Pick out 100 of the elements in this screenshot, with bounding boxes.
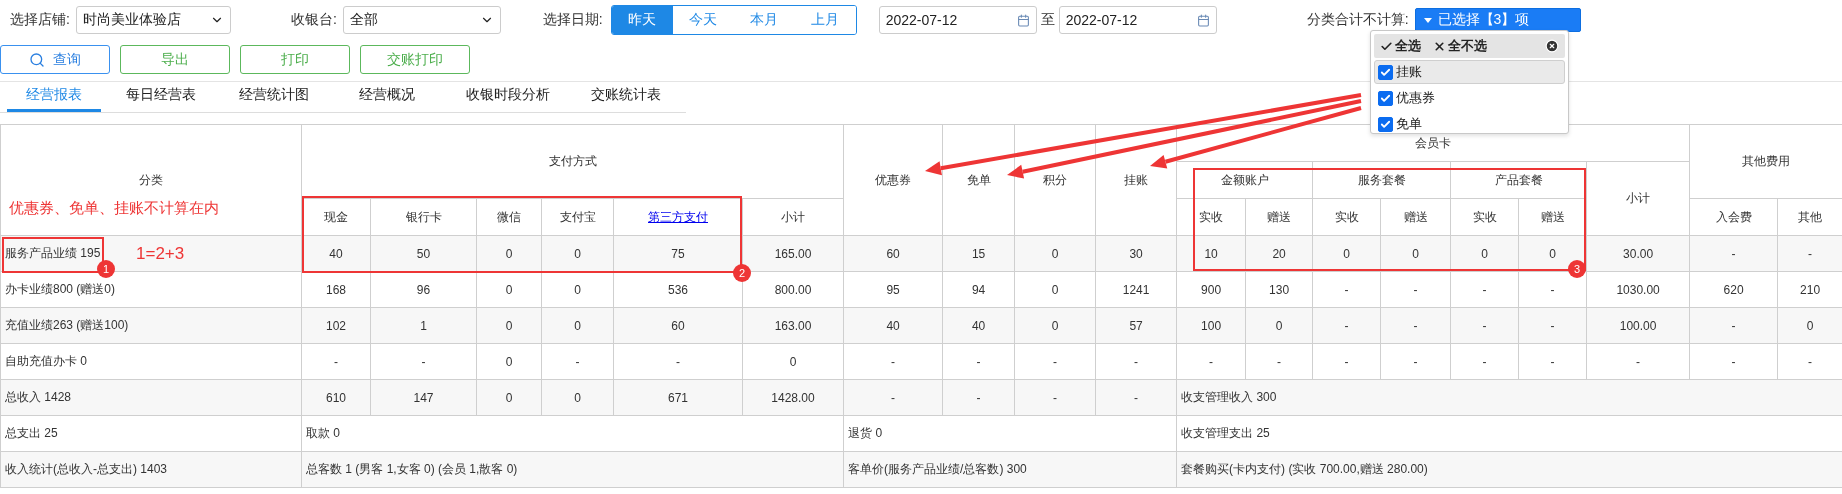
caret-icon	[1423, 17, 1432, 23]
table-cell: 1	[370, 307, 477, 344]
date-range-tab[interactable]: 昨天	[611, 6, 673, 34]
table-cell: -	[1518, 307, 1587, 344]
field-label: 选择日期:	[542, 11, 603, 29]
search-button[interactable]: 查询	[0, 45, 110, 74]
column-header: 金额账户	[1176, 161, 1313, 199]
table-cell: 0	[541, 379, 614, 416]
table-cell: -	[1689, 235, 1778, 272]
item-label: 挂账	[1396, 63, 1422, 81]
calendar-icon	[1016, 13, 1030, 27]
table-cell: 退货 0	[843, 415, 1177, 452]
table-cell: 1428.00	[742, 379, 844, 416]
store-select[interactable]: 时尚美业体验店	[75, 6, 231, 34]
table-cell: 1030.00	[1586, 271, 1690, 308]
table-cell: 0	[541, 307, 614, 344]
table-cell: 总客数 1 (男客 1,女客 0) (会员 1,散客 0)	[301, 451, 844, 488]
column-header: 入会费	[1689, 198, 1778, 236]
checkbox[interactable]	[1378, 64, 1393, 80]
table-cell: 102	[301, 307, 371, 344]
table-cell: 0	[476, 271, 542, 308]
menu-item[interactable]: 挂账	[1374, 60, 1565, 84]
column-header: 服务套餐	[1312, 161, 1451, 199]
multi-select-button[interactable]: 已选择【3】项	[1414, 8, 1581, 32]
column-header: 银行卡	[370, 198, 477, 236]
table-cell: 100	[1176, 307, 1246, 344]
table-cell: -	[942, 343, 1015, 380]
table-cell: -	[613, 343, 743, 380]
report-tab[interactable]: 收银时段分析	[453, 86, 563, 112]
date-field[interactable]: 2022-07-12	[878, 6, 1037, 34]
table-cell: 0	[541, 271, 614, 308]
report-tab[interactable]: 经营报表	[7, 86, 101, 112]
number-badge: 1	[97, 260, 115, 278]
table-cell: 客单价(服务产品业绩/总客数) 300	[843, 451, 1177, 488]
table-cell: -	[1312, 307, 1381, 344]
table-cell: -	[1245, 343, 1313, 380]
table-cell: -	[843, 343, 943, 380]
close-icon[interactable]	[1545, 39, 1559, 53]
table-cell: 0	[1380, 235, 1451, 272]
column-header: 支付宝	[541, 198, 614, 236]
date-field[interactable]: 2022-07-12	[1058, 6, 1217, 34]
table-cell: 60	[843, 235, 943, 272]
column-header: 赠送	[1245, 198, 1313, 236]
table-cell: 94	[942, 271, 1015, 308]
report-tab[interactable]: 交账统计表	[579, 86, 673, 112]
report-tab[interactable]: 每日经营表	[114, 86, 208, 112]
table-cell: 30.00	[1586, 235, 1690, 272]
table-cell: 100.00	[1586, 307, 1690, 344]
category-cell: 总收入 1428	[0, 379, 302, 416]
category-cell: 自助充值办卡 0	[0, 343, 302, 380]
table-cell: 57	[1095, 307, 1177, 344]
select-all-button[interactable]: 全选	[1380, 37, 1421, 55]
table-cell: -	[1380, 271, 1451, 308]
table-cell: 610	[301, 379, 371, 416]
table-cell: -	[301, 343, 371, 380]
table-cell: 620	[1689, 271, 1778, 308]
select-none-button[interactable]: 全不选	[1433, 37, 1487, 55]
table-cell: 30	[1095, 235, 1177, 272]
column-header: 实收	[1312, 198, 1381, 236]
table-cell: 0	[1245, 307, 1313, 344]
menu-item[interactable]: 优惠券	[1374, 86, 1565, 110]
table-cell: 95	[843, 271, 943, 308]
table-cell: 0	[476, 307, 542, 344]
column-header: 其他费用	[1689, 124, 1842, 199]
cashier-select[interactable]: 全部	[342, 6, 501, 34]
category-cell: 充值业绩263 (赠送100)	[0, 307, 302, 344]
report-tab[interactable]: 经营统计图	[227, 86, 321, 112]
checkbox[interactable]	[1378, 116, 1393, 132]
table-cell: 20	[1245, 235, 1313, 272]
number-badge: 3	[1568, 260, 1586, 278]
item-label: 优惠券	[1396, 89, 1435, 107]
table-cell: 96	[370, 271, 477, 308]
table-cell: 0	[476, 343, 542, 380]
table-cell: 0	[1450, 235, 1519, 272]
report-tab[interactable]: 经营概况	[340, 86, 434, 112]
table-cell: 163.00	[742, 307, 844, 344]
table-cell: -	[1312, 343, 1381, 380]
category-cell: 总支出 25	[0, 415, 302, 452]
table-cell: 168	[301, 271, 371, 308]
column-header: 微信	[476, 198, 542, 236]
calendar-icon	[1196, 13, 1210, 27]
separator-text: 至	[1040, 11, 1055, 29]
table-cell: 0	[1014, 307, 1096, 344]
table-cell: -	[1689, 343, 1778, 380]
header-link[interactable]: 第三方支付	[648, 209, 708, 224]
column-header: 支付方式	[301, 124, 844, 199]
close-icon	[1433, 39, 1446, 53]
table-cell: 1241	[1095, 271, 1177, 308]
table-cell: -	[1689, 307, 1778, 344]
table-cell: -	[1014, 379, 1096, 416]
table-cell: -	[1450, 343, 1519, 380]
annotation-note: 优惠券、免单、挂账不计算在内	[9, 199, 219, 218]
table-cell: -	[1380, 343, 1451, 380]
column-header: 产品套餐	[1450, 161, 1587, 199]
search-icon	[29, 51, 45, 68]
checkbox[interactable]	[1378, 90, 1393, 106]
column-header: 实收	[1450, 198, 1519, 236]
table-cell: -	[843, 379, 943, 416]
table-cell: -	[1380, 307, 1451, 344]
table-cell: 0	[476, 379, 542, 416]
